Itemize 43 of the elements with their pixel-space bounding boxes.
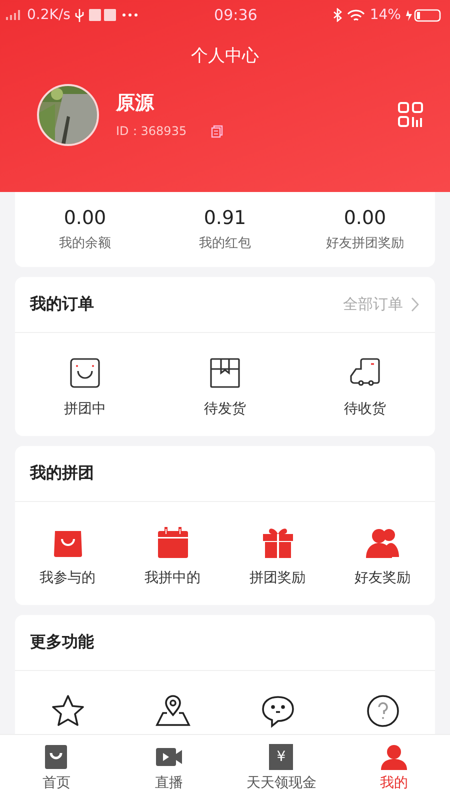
stat-value: 0.00 — [64, 207, 106, 229]
chevron-right-icon — [411, 297, 420, 312]
stat-label[interactable]: 我的余额 — [59, 234, 111, 252]
tab-item[interactable]: ¥ 天天领现金 — [225, 735, 338, 800]
stat-value: 0.91 — [204, 207, 246, 229]
box-icon[interactable] — [207, 355, 243, 391]
page-title: 个人中心 — [190, 45, 260, 67]
tab-item[interactable]: 直播 — [112, 735, 225, 800]
tab-item[interactable]: 首页 — [0, 735, 112, 800]
battery-icon — [406, 8, 442, 22]
item-label[interactable]: 好友奖励 — [354, 569, 410, 587]
wifi-icon — [346, 8, 365, 22]
star-icon[interactable] — [50, 693, 86, 729]
chat-bubble-icon[interactable] — [260, 693, 296, 729]
map-pin-icon[interactable] — [154, 693, 190, 729]
bluetooth-icon — [332, 8, 342, 22]
yen-icon: ¥ — [269, 744, 294, 770]
item-label[interactable]: 待收货 — [344, 400, 386, 418]
help-icon[interactable] — [364, 693, 400, 729]
clock-time: 09:36 — [214, 6, 258, 24]
qr-code-icon[interactable] — [398, 102, 424, 128]
stat-label[interactable]: 我的红包 — [199, 234, 251, 252]
more-icon — [122, 13, 138, 17]
stat-label[interactable]: 好友拼团奖励 — [326, 234, 404, 252]
item-label[interactable]: 我拼中的 — [144, 569, 200, 587]
tab-item[interactable]: 我的 — [338, 735, 450, 800]
item-label[interactable]: 拼团中 — [64, 400, 106, 418]
person-icon — [380, 744, 408, 770]
item-label[interactable]: 我参与的 — [40, 569, 96, 587]
notification-icons — [89, 9, 118, 21]
item-label[interactable]: 拼团奖励 — [250, 569, 306, 587]
battery-percent: 14% — [370, 7, 401, 23]
signal-icon — [6, 10, 22, 20]
bag-icon[interactable] — [67, 355, 103, 391]
section-title: 我的订单 — [30, 294, 94, 315]
section-title: 更多功能 — [30, 632, 94, 653]
user-name: 原源 — [116, 91, 156, 116]
network-speed: 0.2K/s — [27, 7, 70, 23]
usb-icon — [75, 8, 84, 22]
user-id: ID：368935 — [116, 123, 187, 140]
stat-value: 0.00 — [344, 207, 386, 229]
section-title: 我的拼团 — [30, 463, 94, 484]
item-label[interactable]: 待发货 — [204, 400, 246, 418]
